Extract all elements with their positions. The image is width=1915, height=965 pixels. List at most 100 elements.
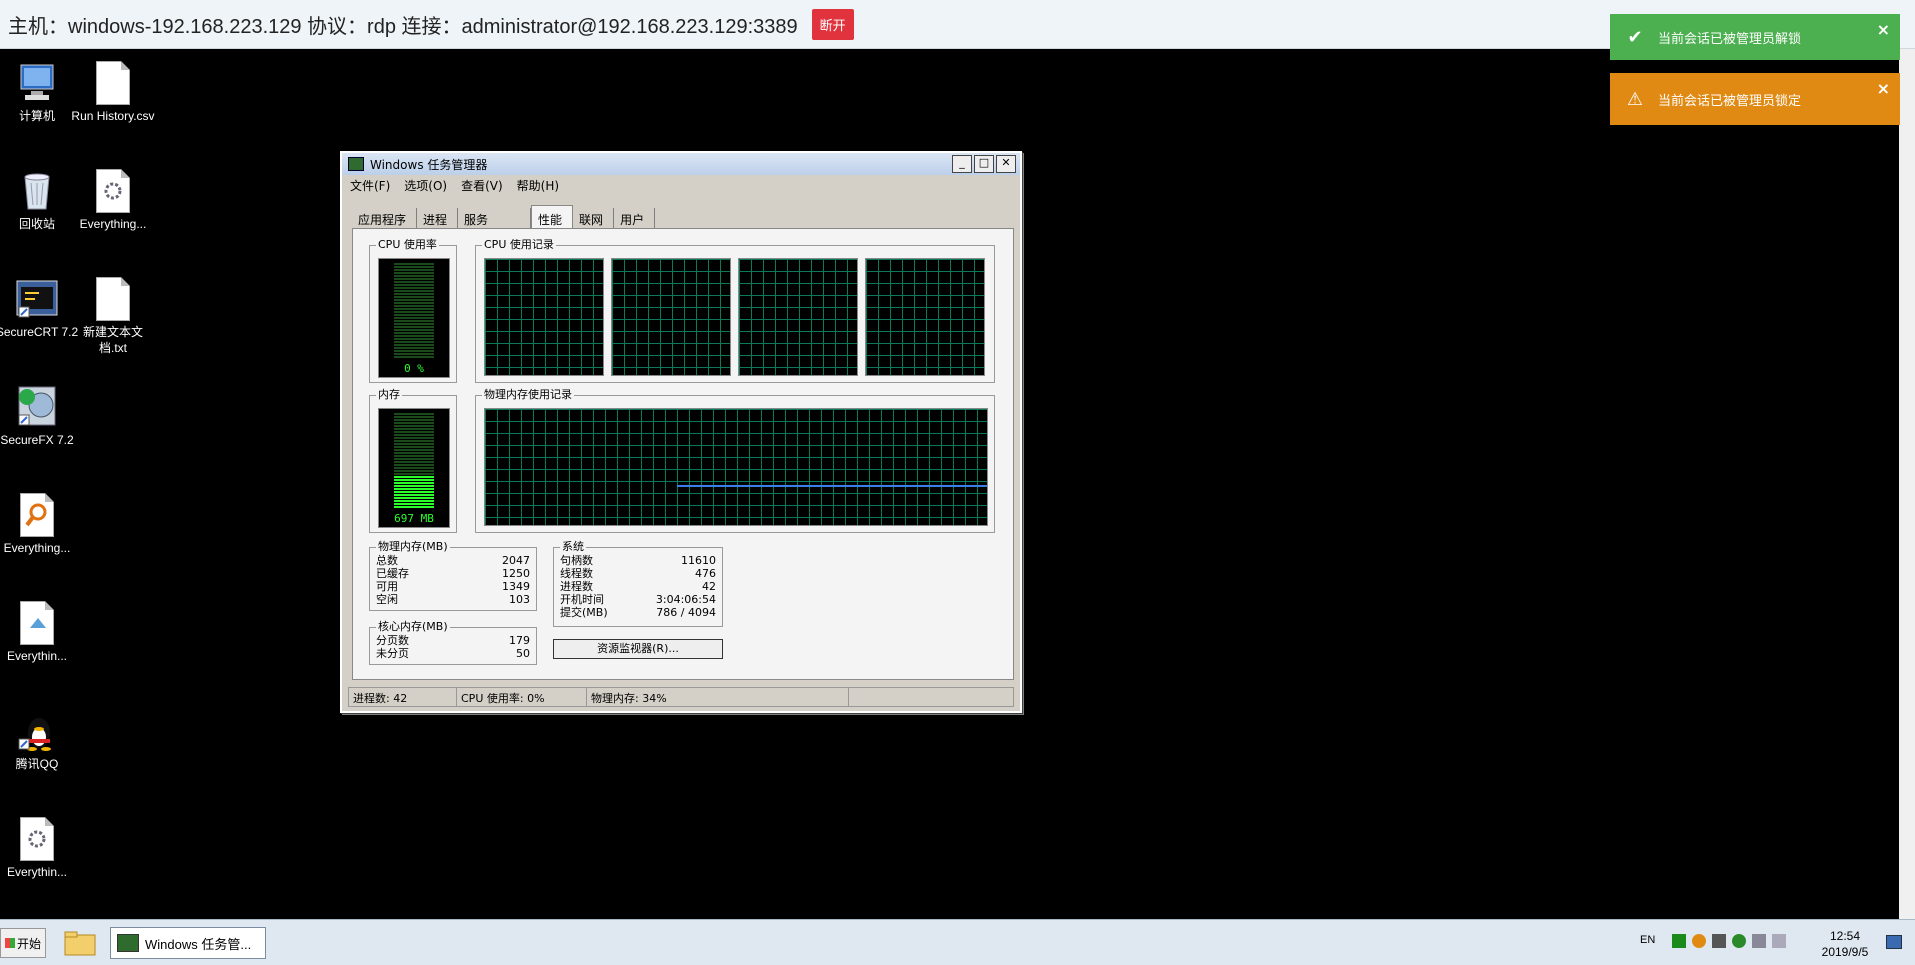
menu-bar: 文件(F) 选项(O) 查看(V) 帮助(H)	[342, 175, 1020, 195]
tray-app-icon[interactable]	[1672, 934, 1686, 948]
desktop-icon-run-history[interactable]: Run History.csv	[71, 61, 155, 124]
tab-strip: 应用程序 进程 服务 性能 联网 用户	[352, 205, 656, 230]
disconnect-button[interactable]: 断开	[811, 8, 854, 40]
status-empty-pane	[848, 687, 1014, 707]
close-icon[interactable]: ×	[1877, 79, 1890, 98]
clock[interactable]: 12:54 2019/9/5	[1810, 928, 1880, 960]
show-desktop-icon[interactable]	[1886, 935, 1902, 949]
cpu-usage-meter: 0 %	[378, 258, 450, 378]
stat-row: 未分页 50	[376, 647, 530, 660]
desktop-icon-everything-3[interactable]: Everythin...	[0, 601, 79, 664]
check-icon: ✔	[1627, 26, 1643, 48]
task-manager-icon	[348, 157, 364, 171]
title-bar[interactable]: Windows 任务管理器 _ □ ✕	[342, 153, 1020, 175]
cpu-usage-label: CPU 使用率	[376, 238, 439, 252]
computer-icon	[15, 61, 59, 105]
document-icon	[15, 601, 59, 645]
cpu-usage-value: 0 %	[404, 362, 424, 375]
stat-row: 线程数 476	[560, 567, 716, 580]
everything-tray-icon[interactable]	[1692, 934, 1706, 948]
desktop-scrollbar[interactable]	[1899, 49, 1915, 919]
close-button[interactable]: ✕	[996, 155, 1016, 173]
cpu-history-graph-4	[865, 258, 985, 376]
file-explorer-button[interactable]	[62, 928, 98, 958]
cpu-history-group: CPU 使用记录	[475, 238, 995, 383]
windows-logo-icon	[4, 938, 15, 948]
securefx-icon	[15, 385, 59, 429]
tab-services[interactable]: 服务	[458, 208, 532, 230]
tab-performance[interactable]: 性能	[531, 205, 574, 230]
stat-row: 已缓存 1250	[376, 567, 530, 580]
menu-view[interactable]: 查看(V)	[461, 177, 503, 194]
vm-tray-icon[interactable]	[1712, 934, 1726, 948]
desktop-icon-everything-4[interactable]: Everythin...	[0, 817, 79, 880]
tab-networking[interactable]: 联网	[573, 208, 615, 230]
desktop-icon-securecrt[interactable]: SecureCRT 7.2	[0, 277, 79, 340]
kernel-memory-title: 核心内存(MB)	[376, 620, 450, 634]
stat-row: 进程数 42	[560, 580, 716, 593]
memory-history-label: 物理内存使用记录	[482, 388, 574, 402]
desktop-icon-new-text-document[interactable]: 新建文本文档.txt	[71, 277, 155, 356]
system-title: 系统	[560, 540, 586, 554]
tab-users[interactable]: 用户	[614, 208, 656, 230]
tab-applications[interactable]: 应用程序	[352, 208, 418, 230]
language-indicator[interactable]: EN	[1640, 934, 1655, 946]
memory-group: 内存 697 MB	[369, 388, 457, 533]
connection-info: 主机：windows-192.168.223.129 协议：rdp 连接：adm…	[8, 15, 798, 38]
taskbar-item-label: Windows 任务管...	[145, 936, 252, 952]
memory-meter-fill	[394, 476, 434, 509]
tab-processes[interactable]: 进程	[417, 208, 459, 230]
toast-unlocked: ✔ 当前会话已被管理员解锁 ×	[1610, 14, 1900, 60]
menu-help[interactable]: 帮助(H)	[517, 177, 559, 194]
clock-time: 12:54	[1829, 929, 1861, 943]
menu-file[interactable]: 文件(F)	[350, 177, 390, 194]
desktop-icon-computer[interactable]: 计算机	[0, 61, 79, 124]
status-physical-memory: 物理内存: 34%	[586, 687, 848, 707]
status-cpu-usage: CPU 使用率: 0%	[456, 687, 586, 707]
security-tray-icon[interactable]	[1732, 934, 1746, 948]
close-icon[interactable]: ×	[1877, 20, 1890, 39]
start-button[interactable]: 开始	[0, 928, 46, 958]
desktop-icon-qq[interactable]: 腾讯QQ	[0, 709, 79, 772]
securecrt-icon	[15, 277, 59, 321]
task-manager-window: Windows 任务管理器 _ □ ✕ 文件(F) 选项(O) 查看(V) 帮助…	[340, 151, 1022, 713]
system-tray	[1672, 934, 1786, 948]
task-manager-icon	[117, 934, 139, 952]
kernel-memory-group: 核心内存(MB) 分页数 179 未分页 50	[369, 620, 537, 665]
desktop-icon-everything-2[interactable]: Everything...	[0, 493, 79, 556]
cpu-history-graph-2	[611, 258, 731, 376]
recycle-bin-icon	[15, 169, 59, 213]
physical-memory-group: 物理内存(MB) 总数 2047 已缓存 1250 可用 1349 空闲 103	[369, 540, 537, 611]
physical-memory-title: 物理内存(MB)	[376, 540, 450, 554]
cpu-usage-group: CPU 使用率 0 %	[369, 238, 457, 383]
cpu-history-graph-1	[484, 258, 604, 376]
window-title: Windows 任务管理器	[370, 157, 488, 172]
performance-panel: CPU 使用率 0 % CPU 使用记录 内存 697 MB 物理内存使用记录 …	[352, 228, 1014, 680]
stat-row: 总数 2047	[376, 554, 530, 567]
desktop-icon-recycle-bin[interactable]: 回收站	[0, 169, 79, 232]
stat-row: 分页数 179	[376, 634, 530, 647]
cpu-history-graph-3	[738, 258, 858, 376]
memory-value: 697 MB	[394, 512, 434, 525]
desktop-icon-everything-1[interactable]: Everything...	[71, 169, 155, 232]
warning-icon: ⚠	[1626, 88, 1644, 110]
memory-meter: 697 MB	[378, 408, 450, 528]
everything-search-icon	[15, 493, 59, 537]
menu-options[interactable]: 选项(O)	[404, 177, 447, 194]
desktop-icon-securefx[interactable]: SecureFX 7.2	[0, 385, 79, 448]
taskbar: 开始 Windows 任务管... EN 12:54 2019/9/5	[0, 919, 1915, 965]
stat-row: 可用 1349	[376, 580, 530, 593]
toast-message: 当前会话已被管理员解锁	[1658, 31, 1802, 47]
taskbar-item-task-manager[interactable]: Windows 任务管...	[110, 927, 266, 959]
minimize-button[interactable]: _	[952, 155, 972, 173]
document-icon	[91, 61, 135, 105]
stat-row: 句柄数 11610	[560, 554, 716, 567]
network-tray-icon[interactable]	[1752, 934, 1766, 948]
status-bar: 进程数: 42 CPU 使用率: 0% 物理内存: 34%	[348, 687, 1014, 707]
volume-icon[interactable]	[1772, 934, 1786, 948]
maximize-button[interactable]: □	[974, 155, 994, 173]
status-process-count: 进程数: 42	[348, 687, 456, 707]
document-gear-icon	[91, 169, 135, 213]
toast-message: 当前会话已被管理员锁定	[1658, 93, 1802, 109]
resource-monitor-button[interactable]: 资源监视器(R)...	[553, 639, 723, 659]
